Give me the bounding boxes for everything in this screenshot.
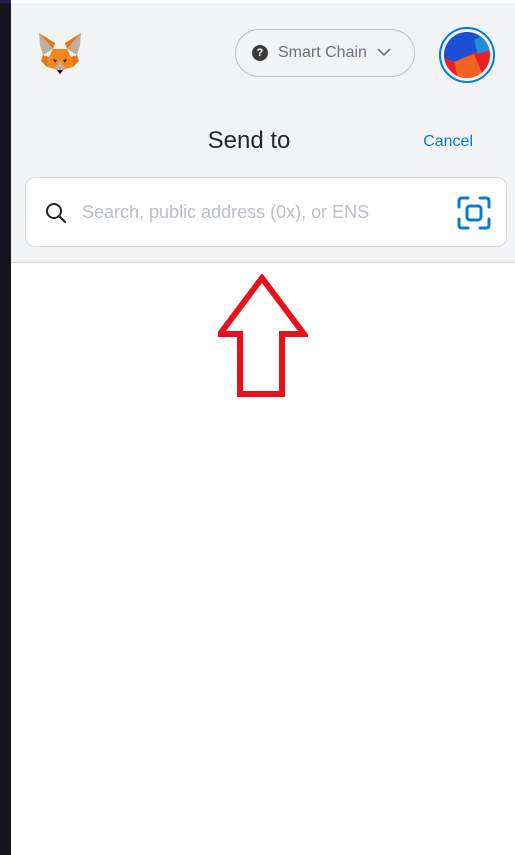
recipient-search-box[interactable] <box>25 177 507 247</box>
recipient-search-input[interactable] <box>82 192 432 232</box>
network-name: Smart Chain <box>278 44 367 61</box>
window-frame: ? Smart Chain Send to Cancel Search, pub… <box>0 0 515 855</box>
network-selector[interactable]: ? Smart Chain <box>235 29 415 77</box>
chevron-down-icon <box>377 44 391 62</box>
send-header: Send to Cancel <box>11 103 515 263</box>
cancel-button[interactable]: Cancel <box>423 133 473 151</box>
metamask-fox-icon[interactable] <box>35 29 85 79</box>
app-header: ? Smart Chain <box>11 3 515 103</box>
qr-scan-icon[interactable] <box>456 195 492 236</box>
question-icon: ? <box>252 45 268 61</box>
page-title: Send to <box>207 127 291 154</box>
search-icon <box>44 201 68 230</box>
account-avatar-icon[interactable] <box>439 27 495 83</box>
annotation-up-arrow-icon <box>214 273 310 403</box>
